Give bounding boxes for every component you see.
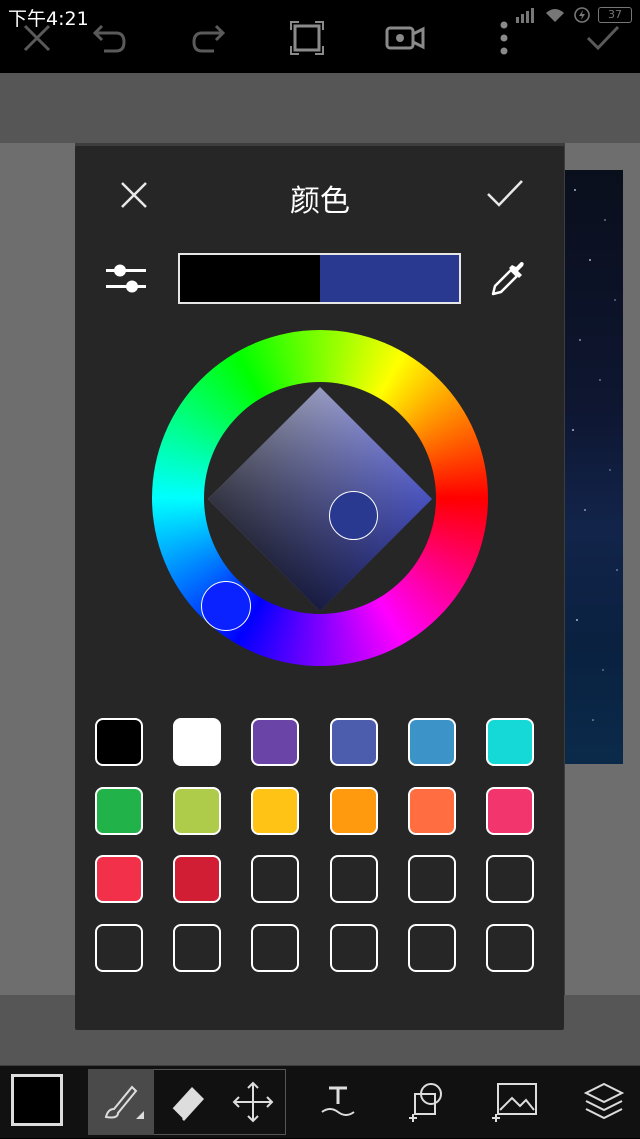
swatch-color[interactable] (95, 786, 143, 835)
swatch-empty[interactable] (407, 923, 456, 972)
eraser-tool[interactable] (154, 1069, 220, 1135)
swatch-color[interactable] (329, 718, 378, 766)
swatch-grid (95, 718, 535, 972)
brush-tool[interactable] (88, 1069, 154, 1135)
move-tool[interactable] (220, 1069, 286, 1135)
text-icon (321, 1086, 355, 1116)
swatch-color[interactable] (486, 718, 534, 766)
swatch-color[interactable] (173, 786, 222, 835)
shapes-icon (409, 1083, 442, 1122)
dialog-confirm-icon[interactable] (484, 176, 526, 212)
swatch-empty[interactable] (251, 855, 300, 903)
eyedropper-icon[interactable] (487, 258, 529, 300)
shapes-tool[interactable] (405, 1080, 449, 1124)
swatch-color[interactable] (173, 855, 222, 903)
redo-icon[interactable] (188, 18, 228, 58)
swatch-color[interactable] (486, 786, 534, 835)
layers-icon (583, 1082, 625, 1120)
swatch-color[interactable] (173, 718, 222, 766)
layers-tool[interactable] (582, 1080, 626, 1124)
hue-handle[interactable] (201, 581, 251, 631)
move-icon (232, 1081, 274, 1123)
saturation-value-handle[interactable] (329, 491, 378, 540)
video-icon[interactable] (385, 18, 425, 58)
swatch-empty[interactable] (251, 923, 300, 972)
swatch-empty[interactable] (486, 855, 534, 903)
color-preview (178, 253, 461, 304)
swatch-empty[interactable] (329, 923, 378, 972)
swatch-empty[interactable] (407, 855, 456, 903)
swatch-empty[interactable] (329, 855, 378, 903)
swatch-empty[interactable] (486, 923, 534, 972)
crop-icon[interactable] (287, 18, 327, 58)
canvas-margin-left (0, 143, 75, 995)
swatch-empty[interactable] (173, 923, 222, 972)
sliders-icon[interactable] (104, 262, 148, 298)
current-color-swatch[interactable] (11, 1074, 63, 1126)
check-icon[interactable] (583, 18, 623, 58)
eraser-icon (171, 1087, 204, 1121)
swatch-empty[interactable] (95, 923, 143, 972)
current-color (320, 255, 459, 302)
swatch-color[interactable] (95, 855, 143, 903)
stars (572, 189, 618, 721)
swatch-color[interactable] (407, 718, 456, 766)
canvas-image (565, 170, 623, 764)
brush-icon (104, 1085, 144, 1119)
saturation-value-square[interactable] (208, 387, 432, 611)
undo-icon[interactable] (90, 18, 130, 58)
more-icon[interactable] (484, 18, 524, 58)
text-tool[interactable] (318, 1080, 358, 1120)
previous-color[interactable] (180, 255, 320, 302)
swatch-color[interactable] (251, 718, 300, 766)
close-icon[interactable] (17, 18, 57, 58)
swatch-color[interactable] (251, 786, 300, 835)
swatch-color[interactable] (329, 786, 378, 835)
canvas-margin-top (0, 73, 640, 143)
dialog-title: 颜色 (290, 184, 350, 219)
image-icon (492, 1083, 537, 1122)
swatch-color[interactable] (95, 718, 143, 766)
swatch-color[interactable] (407, 786, 456, 835)
wifi-icon (546, 9, 564, 22)
image-tool[interactable] (490, 1078, 540, 1126)
